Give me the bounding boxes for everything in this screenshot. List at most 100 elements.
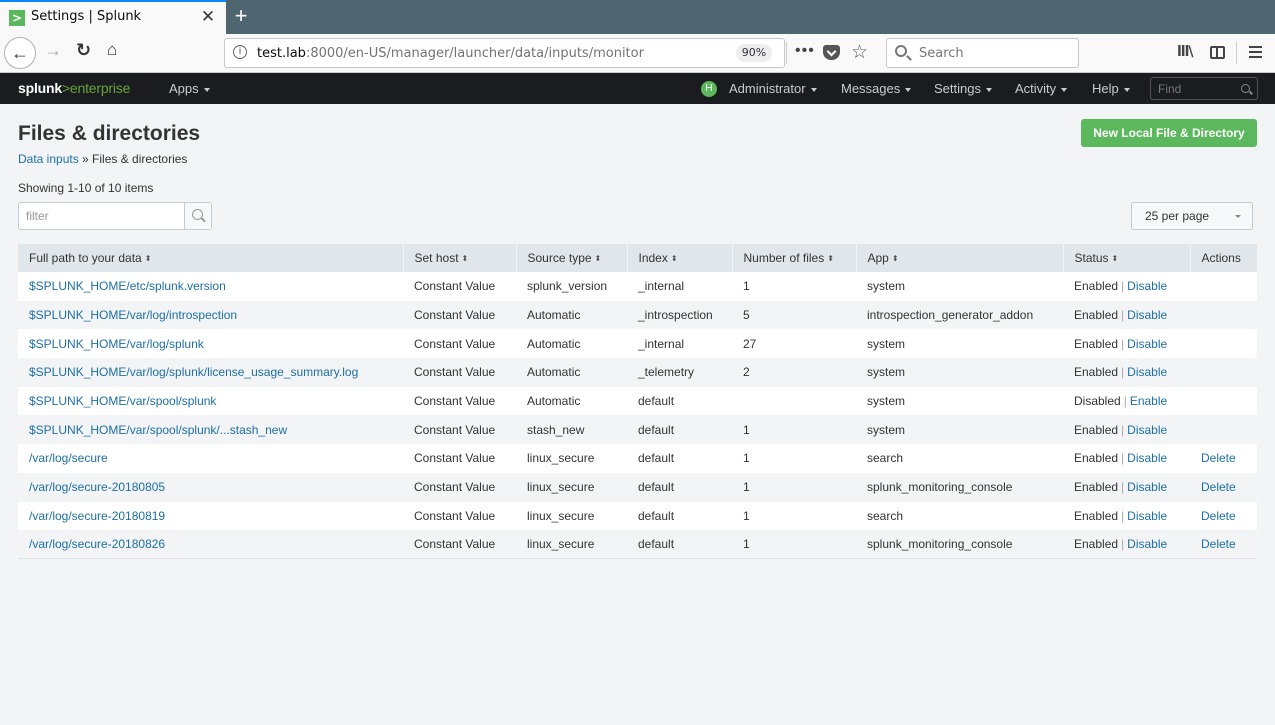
cell-index: _introspection xyxy=(627,300,732,330)
toggle-status-link[interactable]: Disable xyxy=(1127,451,1167,465)
toggle-status-link[interactable]: Disable xyxy=(1127,509,1167,523)
status-text: Enabled xyxy=(1074,279,1119,294)
activity-menu[interactable]: Activity xyxy=(1015,81,1068,96)
input-path-link[interactable]: /var/log/secure-20180805 xyxy=(29,480,165,494)
breadcrumb-data-inputs-link[interactable]: Data inputs xyxy=(18,152,79,166)
cell-status: Disabled | Enable xyxy=(1063,386,1190,416)
toggle-status-link[interactable]: Disable xyxy=(1127,537,1167,551)
column-header-files[interactable]: Number of files ⬍ xyxy=(732,244,857,272)
caret-down-icon xyxy=(905,87,912,92)
cell-sourcetype: Automatic xyxy=(516,386,627,416)
table-header-row: Full path to your data ⬍ Set host ⬍ Source… xyxy=(18,244,1257,272)
toggle-status-link[interactable]: Disable xyxy=(1127,423,1167,437)
input-path-link[interactable]: $SPLUNK_HOME/var/spool/splunk/...stash_n… xyxy=(29,423,287,437)
cell-sourcetype: linux_secure xyxy=(516,472,627,502)
user-avatar[interactable]: H xyxy=(701,81,717,97)
column-header-sourcetype[interactable]: Source type ⬍ xyxy=(516,244,628,272)
cell-sourcetype: Automatic xyxy=(516,329,627,359)
cell-app: search xyxy=(856,444,1063,473)
cell-status: Enabled | Disable xyxy=(1063,329,1190,359)
user-menu[interactable]: Administrator xyxy=(729,81,817,96)
column-header-path[interactable]: Full path to your data ⬍ xyxy=(18,244,404,272)
input-path-link[interactable]: $SPLUNK_HOME/var/log/splunk xyxy=(29,337,204,351)
input-path-link[interactable]: $SPLUNK_HOME/var/log/introspection xyxy=(29,308,237,322)
apps-menu[interactable]: Apps xyxy=(169,81,210,96)
delete-link[interactable]: Delete xyxy=(1201,451,1236,465)
divider: | xyxy=(1121,365,1125,380)
url-text: test.lab:8000/en-US/manager/launcher/dat… xyxy=(257,46,644,61)
zoom-level-badge[interactable]: 90% xyxy=(736,44,772,62)
settings-menu[interactable]: Settings xyxy=(934,81,992,96)
sort-icon: ⬍ xyxy=(144,253,152,263)
browser-search-box[interactable]: Search xyxy=(886,38,1079,68)
cell-path: $SPLUNK_HOME/var/log/splunk xyxy=(18,329,403,359)
input-path-link[interactable]: $SPLUNK_HOME/etc/splunk.version xyxy=(29,279,226,293)
toggle-status-link[interactable]: Disable xyxy=(1127,480,1167,494)
per-page-dropdown[interactable]: 25 per page xyxy=(1131,202,1253,230)
home-button[interactable]: ⌂ xyxy=(107,40,117,60)
url-bar[interactable]: i test.lab:8000/en-US/manager/launcher/d… xyxy=(224,38,785,68)
cell-sourcetype: linux_secure xyxy=(516,530,627,560)
caret-down-icon xyxy=(203,87,210,92)
cell-index: _internal xyxy=(627,272,732,301)
cell-actions: Delete xyxy=(1190,530,1257,560)
filter-box xyxy=(18,202,212,230)
new-local-file-directory-button[interactable]: New Local File & Directory xyxy=(1081,119,1257,147)
browser-tab[interactable]: > Settings | Splunk ✕ xyxy=(0,0,226,34)
filter-search-button[interactable] xyxy=(184,203,211,229)
page-actions-icon[interactable]: ••• xyxy=(795,42,815,60)
cell-actions: Delete xyxy=(1190,501,1257,531)
delete-link[interactable]: Delete xyxy=(1201,480,1236,494)
hamburger-menu-icon[interactable] xyxy=(1249,46,1262,58)
sort-icon: ⬍ xyxy=(891,253,899,263)
bookmark-star-icon[interactable]: ☆ xyxy=(851,41,868,64)
sidebar-toggle-icon[interactable] xyxy=(1210,46,1225,59)
delete-link[interactable]: Delete xyxy=(1201,537,1236,551)
reload-button[interactable]: ↻ xyxy=(76,40,91,61)
input-path-link[interactable]: /var/log/secure-20180826 xyxy=(29,537,165,551)
filter-input[interactable] xyxy=(19,203,184,229)
column-header-app[interactable]: App ⬍ xyxy=(856,244,1064,272)
page-title: Files & directories xyxy=(18,122,201,145)
toggle-status-link[interactable]: Disable xyxy=(1127,337,1167,351)
cell-index: _internal xyxy=(627,329,732,359)
cell-path: $SPLUNK_HOME/etc/splunk.version xyxy=(18,272,403,301)
divider: | xyxy=(1121,480,1125,495)
sort-icon: ⬍ xyxy=(461,253,469,263)
input-path-link[interactable]: /var/log/secure-20180819 xyxy=(29,509,165,523)
input-path-link[interactable]: /var/log/secure xyxy=(29,451,108,465)
new-tab-button[interactable]: + xyxy=(230,3,252,29)
cell-actions: Delete xyxy=(1190,472,1257,502)
cell-index: default xyxy=(627,444,732,473)
delete-link[interactable]: Delete xyxy=(1201,509,1236,523)
site-info-icon[interactable]: i xyxy=(233,45,247,59)
messages-menu[interactable]: Messages xyxy=(841,81,912,96)
search-icon xyxy=(895,45,907,57)
back-button[interactable]: ← xyxy=(4,37,36,69)
cell-host: Constant Value xyxy=(403,472,516,502)
toggle-status-link[interactable]: Disable xyxy=(1127,308,1167,322)
close-tab-icon[interactable]: ✕ xyxy=(200,7,216,27)
column-header-host[interactable]: Set host ⬍ xyxy=(403,244,517,272)
help-menu[interactable]: Help xyxy=(1092,81,1130,96)
splunk-logo[interactable]: splunk>enterprise xyxy=(18,80,130,96)
find-input[interactable]: Find xyxy=(1150,77,1258,100)
toggle-status-link[interactable]: Enable xyxy=(1130,394,1167,408)
cell-app: splunk_monitoring_console xyxy=(856,472,1063,502)
cell-app: system xyxy=(856,329,1063,359)
column-header-index[interactable]: Index ⬍ xyxy=(627,244,733,272)
input-path-link[interactable]: $SPLUNK_HOME/var/log/splunk/license_usag… xyxy=(29,365,358,379)
cell-sourcetype: linux_secure xyxy=(516,444,627,473)
toggle-status-link[interactable]: Disable xyxy=(1127,279,1167,293)
library-icon[interactable]: lll\ xyxy=(1177,44,1193,60)
item-count: Showing 1-10 of 10 items xyxy=(18,181,154,195)
toggle-status-link[interactable]: Disable xyxy=(1127,365,1167,379)
cell-status: Enabled | Disable xyxy=(1063,501,1190,531)
column-header-status[interactable]: Status ⬍ xyxy=(1063,244,1191,272)
pocket-icon[interactable] xyxy=(823,45,840,60)
forward-button[interactable]: → xyxy=(44,40,62,61)
cell-index: _telemetry xyxy=(627,358,732,387)
per-page-value: 25 per page xyxy=(1145,209,1210,223)
input-path-link[interactable]: $SPLUNK_HOME/var/spool/splunk xyxy=(29,394,216,408)
splunk-header: splunk>enterprise Apps H Administrator M… xyxy=(0,73,1275,104)
